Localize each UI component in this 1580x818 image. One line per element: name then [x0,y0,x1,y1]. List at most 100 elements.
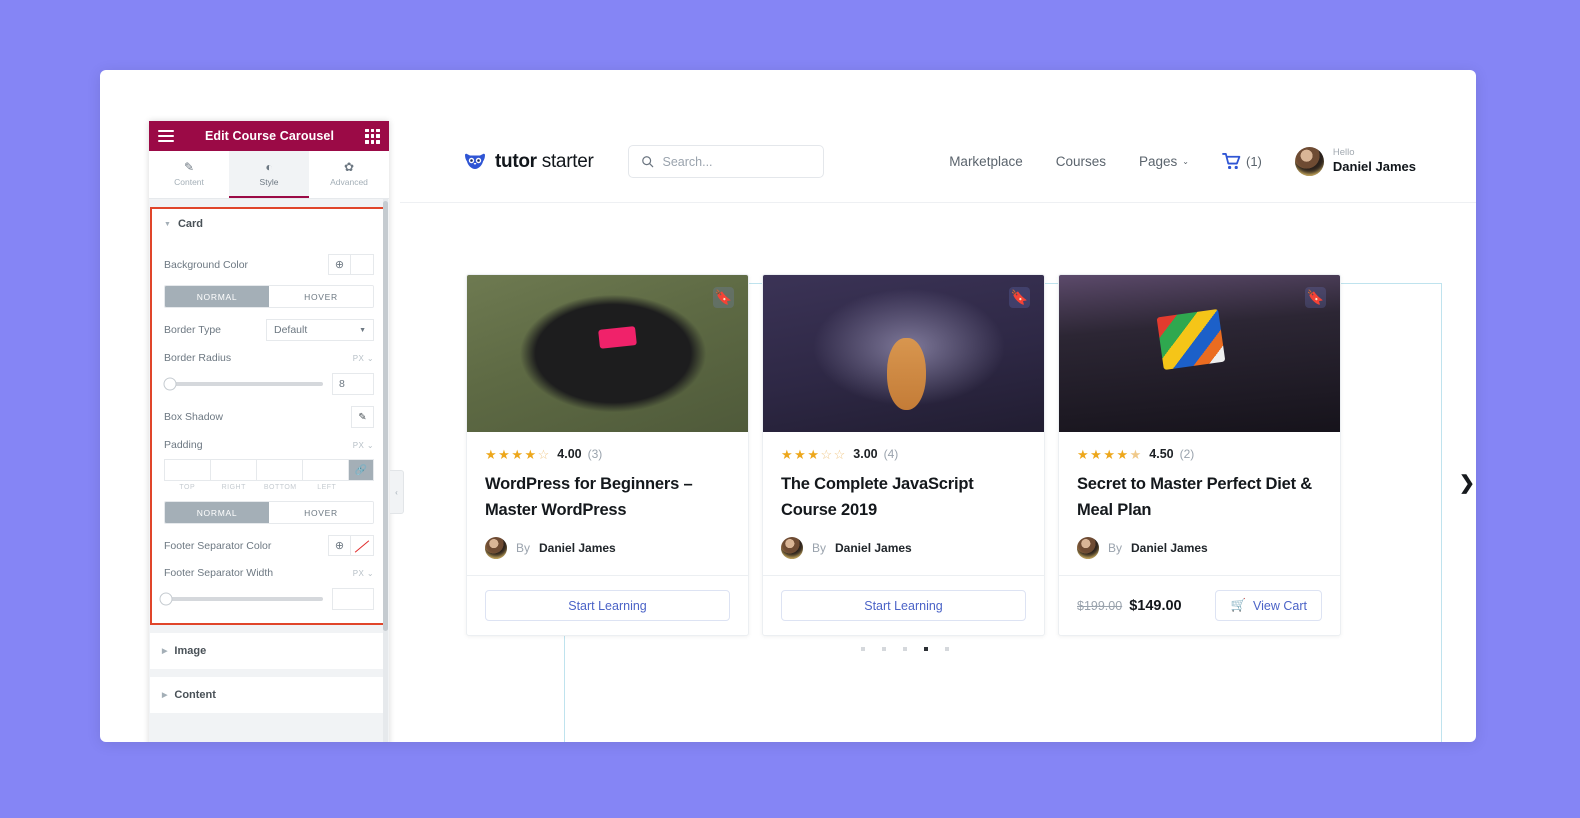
link-icon[interactable]: 🔗 [349,460,373,480]
section-card-label: Card [177,218,203,230]
nav-courses[interactable]: Courses [1056,154,1106,169]
star-filled-icon: ★ [1090,446,1102,462]
section-image[interactable]: ▶ Image [150,633,388,669]
color-swatch[interactable] [351,255,373,274]
carousel-dot[interactable] [882,647,886,651]
slider-knob[interactable] [163,377,177,391]
course-card-footer: Start Learning [467,575,748,635]
padding-label-right: RIGHT [221,484,246,491]
start-learning-label: Start Learning [568,598,647,613]
course-thumbnail[interactable]: 🔖 [467,275,748,432]
avatar [485,537,507,560]
course-card[interactable]: 🔖 ★ ★ ★ ★ ☆ 4.00 (3) WordPress for Beginners – M… [466,274,749,637]
bg-state-hover[interactable]: HOVER [269,286,373,307]
padding-unit[interactable]: PX ⌄ [353,441,374,450]
course-thumbnail[interactable]: 🔖 [763,275,1044,432]
star-filled-icon: ★ [781,446,793,462]
carousel-next-button[interactable]: ❯ [1454,470,1476,496]
tab-style[interactable]: ◐ Style [229,151,309,198]
search-icon [641,156,653,168]
border-radius-row: Border Radius PX ⌄ [164,352,374,364]
footer-separator-color-label: Footer Separator Color [164,539,272,552]
carousel-dot[interactable] [924,647,928,651]
pad-state-normal[interactable]: NORMAL [165,502,269,523]
globe-icon[interactable]: ⊕ [329,255,351,274]
footer-separator-width-input[interactable] [332,588,374,610]
start-learning-button[interactable]: Start Learning [781,590,1026,622]
footer-separator-color-control[interactable]: ⊕ [328,535,374,556]
carousel-dot[interactable] [945,647,949,651]
course-card[interactable]: 🔖 ★ ★ ★ ☆ ☆ 3.00 (4) The Complete JavaScript Cou… [762,274,1045,637]
padding-right-input[interactable] [211,460,257,480]
color-swatch-none[interactable] [351,536,373,555]
start-learning-button[interactable]: Start Learning [485,590,730,622]
primary-nav: Marketplace Courses Pages ⌄ (1) Hello Da… [949,147,1416,176]
background-color-label: Background Color [164,258,249,271]
globe-icon[interactable]: ⊕ [329,536,351,555]
bg-state-normal[interactable]: NORMAL [165,286,269,307]
footer-separator-width-slider[interactable] [159,592,323,606]
section-card-header[interactable]: ▼ Card [152,209,386,239]
course-title[interactable]: WordPress for Beginners – Master WordPre… [485,472,730,523]
course-title[interactable]: Secret to Master Perfect Diet & Meal Pla… [1077,472,1322,523]
padding-left-input[interactable] [303,460,349,480]
user-menu[interactable]: Hello Daniel James [1294,147,1416,176]
star-empty-icon: ☆ [537,446,550,462]
hamburger-icon[interactable] [158,130,174,142]
widgets-grid-icon[interactable] [365,128,380,144]
search-placeholder: Search... [662,154,713,169]
price-old: $199.00 [1077,598,1123,613]
brand-logo[interactable]: tutor starter [464,151,594,173]
course-card[interactable]: 🔖 ★ ★ ★ ★ ★ 4.50 (2) Secret to Master Perfect Di… [1058,274,1341,637]
footer-separator-width-row: Footer Separator Width PX ⌄ [164,567,374,579]
footer-separator-width-unit[interactable]: PX ⌄ [353,569,374,578]
carousel-dot[interactable] [861,647,865,651]
pad-state-hover[interactable]: HOVER [269,502,373,523]
cart-button[interactable]: (1) [1222,153,1262,170]
box-shadow-edit-pencil-icon[interactable]: ✎ [351,406,374,428]
user-name: Daniel James [1332,158,1416,174]
background-color-row: Background Color ⊕ [164,254,374,275]
border-radius-input[interactable]: 8 [332,373,374,395]
border-radius-slider-row: 8 [163,373,374,395]
star-half-icon: ★ [1129,446,1142,462]
course-title[interactable]: The Complete JavaScript Course 2019 [781,472,1026,523]
border-radius-unit[interactable]: PX ⌄ [353,354,374,363]
padding-top-input[interactable] [165,460,211,480]
slider-knob[interactable] [159,592,173,606]
tab-advanced[interactable]: ✿ Advanced [309,151,389,198]
panel-scrollbar[interactable] [383,199,388,742]
nav-pages-label: Pages [1139,154,1178,169]
bookmark-icon[interactable]: 🔖 [1305,287,1326,308]
pencil-icon: ✎ [183,159,195,174]
panel-collapse-toggle[interactable]: ‹ [390,470,404,514]
chevron-right-icon: ❯ [1459,472,1475,494]
chevron-right-icon: ▶ [162,692,168,699]
rating-value: 3.00 [853,447,878,461]
brand-bold: tutor [495,150,537,172]
padding-bottom-input[interactable] [257,460,303,480]
carousel-dot[interactable] [903,647,907,651]
background-color-control[interactable]: ⊕ [328,254,374,275]
cart-icon: 🛒 [1230,598,1247,613]
bookmark-icon[interactable]: 🔖 [1009,287,1030,308]
course-thumbnail[interactable]: 🔖 [1059,275,1340,432]
user-greeting: Hello [1332,147,1355,159]
star-filled-icon: ★ [1077,446,1089,462]
search-input[interactable]: Search... [627,145,824,178]
nav-pages[interactable]: Pages ⌄ [1139,154,1189,169]
chevron-down-icon: ▼ [359,326,366,334]
section-content-label: Content [174,689,216,701]
section-content[interactable]: ▶ Content [150,677,388,713]
star-filled-icon: ★ [511,446,523,462]
nav-marketplace[interactable]: Marketplace [949,154,1023,169]
star-empty-icon: ☆ [820,446,833,462]
avatar [781,537,803,560]
border-type-select[interactable]: Default ▼ [266,319,374,341]
bookmark-icon[interactable]: 🔖 [713,287,734,308]
view-cart-label: View Cart [1253,598,1307,613]
border-radius-slider[interactable] [163,377,323,391]
course-rating: ★ ★ ★ ☆ ☆ 3.00 (4) [781,447,1026,461]
tab-content[interactable]: ✎ Content [149,151,229,198]
view-cart-button[interactable]: 🛒 View Cart [1215,590,1322,622]
